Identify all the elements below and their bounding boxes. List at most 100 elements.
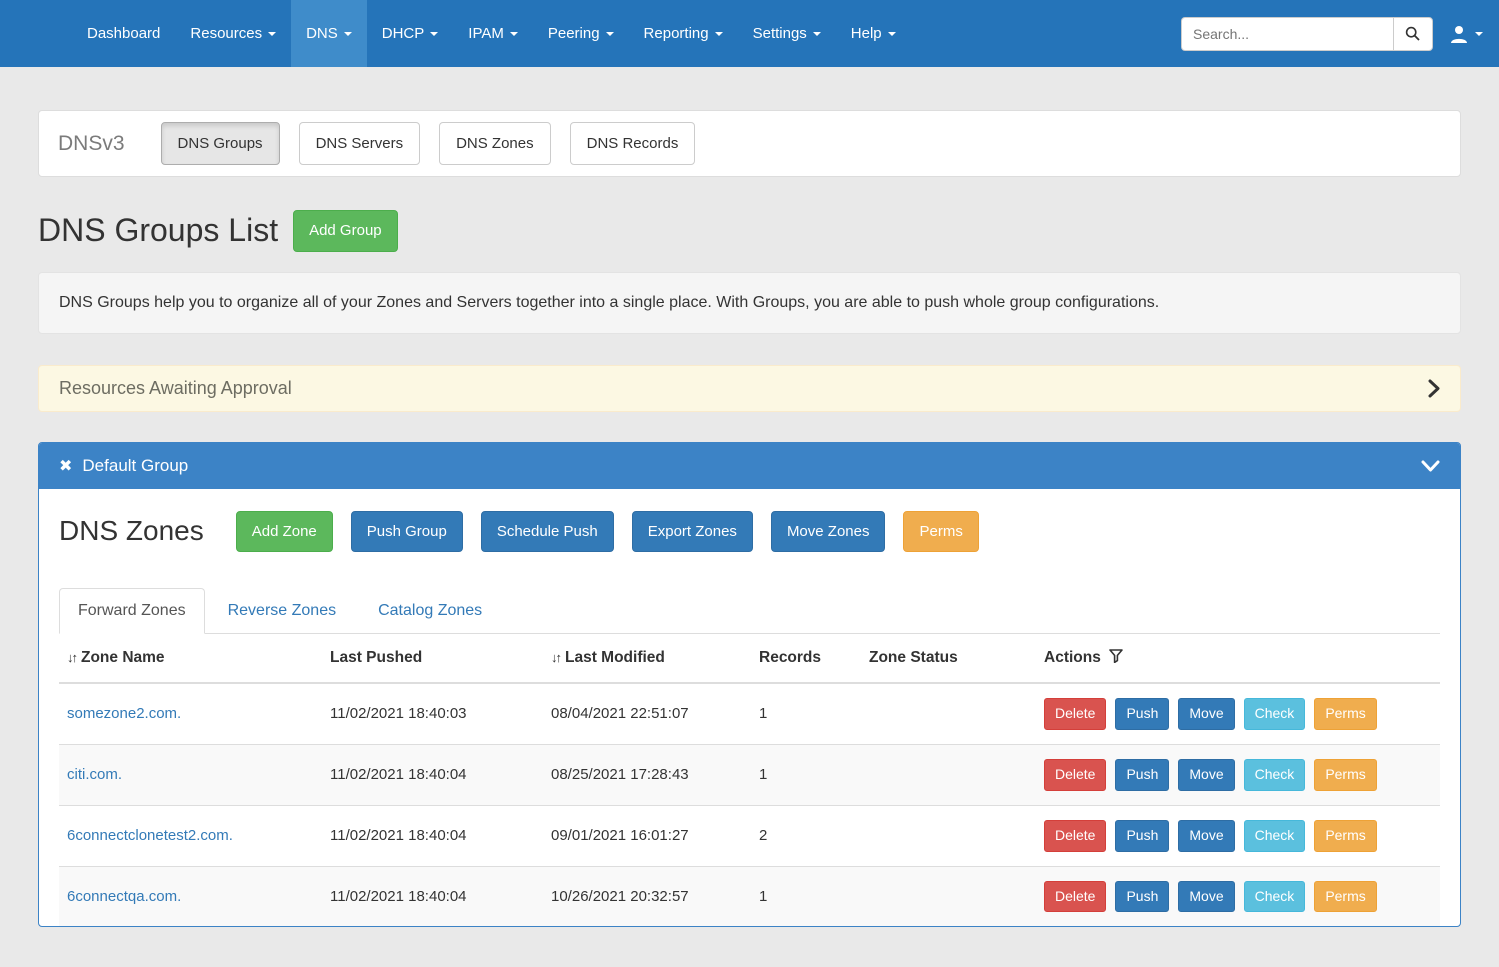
last-modified-cell: 08/25/2021 17:28:43	[543, 744, 751, 805]
perms-button[interactable]: Perms	[1314, 881, 1376, 913]
nav-items: Dashboard Resources DNS DHCP IPAM Peerin…	[0, 0, 911, 67]
push-group-button[interactable]: Push Group	[351, 511, 463, 552]
column-label: Records	[759, 649, 821, 666]
subnav-button-dns-zones[interactable]: DNS Zones	[439, 122, 551, 165]
perms-button[interactable]: Perms	[1314, 820, 1376, 852]
table-row: 6connectclonetest2.com. 11/02/2021 18:40…	[59, 805, 1440, 866]
push-button[interactable]: Push	[1115, 759, 1169, 791]
zones-table: ↓↑Zone Name Last Pushed ↓↑Last Modified …	[59, 634, 1440, 927]
group-title: Default Group	[82, 456, 188, 476]
check-button[interactable]: Check	[1244, 881, 1306, 913]
nav-item-settings[interactable]: Settings	[738, 0, 836, 67]
move-button[interactable]: Move	[1178, 820, 1234, 852]
nav-item-dhcp[interactable]: DHCP	[367, 0, 454, 67]
caret-down-icon	[813, 32, 821, 36]
tab-reverse-zones[interactable]: Reverse Zones	[209, 588, 356, 634]
zone-name-link[interactable]: 6connectclonetest2.com.	[67, 827, 233, 844]
subnav-button-dns-records[interactable]: DNS Records	[570, 122, 696, 165]
column-label: Zone Status	[869, 649, 958, 666]
description-well: DNS Groups help you to organize all of y…	[38, 272, 1461, 334]
search-icon	[1405, 26, 1421, 42]
zone-name-link[interactable]: somezone2.com.	[67, 705, 181, 722]
column-label: Last Pushed	[330, 649, 422, 666]
column-header-zone-status[interactable]: Zone Status	[861, 634, 1036, 683]
subnav-button-dns-servers[interactable]: DNS Servers	[299, 122, 421, 165]
subnav-button-dns-groups[interactable]: DNS Groups	[161, 122, 280, 165]
nav-label: Help	[851, 25, 882, 42]
last-pushed-cell: 11/02/2021 18:40:04	[322, 866, 543, 926]
default-group-header[interactable]: ✖ Default Group	[39, 443, 1460, 489]
column-label: Actions	[1044, 649, 1101, 666]
nav-item-reporting[interactable]: Reporting	[629, 0, 738, 67]
user-menu[interactable]	[1449, 24, 1483, 44]
nav-item-resources[interactable]: Resources	[175, 0, 291, 67]
chevron-down-icon[interactable]	[1421, 460, 1440, 472]
check-button[interactable]: Check	[1244, 759, 1306, 791]
last-modified-cell: 08/04/2021 22:51:07	[543, 683, 751, 744]
perms-button[interactable]: Perms	[903, 511, 978, 552]
delete-button[interactable]: Delete	[1044, 759, 1106, 791]
last-modified-cell: 10/26/2021 20:32:57	[543, 866, 751, 926]
nav-item-peering[interactable]: Peering	[533, 0, 629, 67]
push-button[interactable]: Push	[1115, 881, 1169, 913]
description-text: DNS Groups help you to organize all of y…	[59, 294, 1159, 311]
default-group-body: DNS Zones Add Zone Push Group Schedule P…	[39, 489, 1460, 927]
caret-down-icon	[430, 32, 438, 36]
last-pushed-cell: 11/02/2021 18:40:03	[322, 683, 543, 744]
filter-icon[interactable]	[1109, 649, 1123, 663]
nav-label: Settings	[753, 25, 807, 42]
zone-tabs: Forward Zones Reverse Zones Catalog Zone…	[59, 588, 1440, 634]
check-button[interactable]: Check	[1244, 698, 1306, 730]
move-button[interactable]: Move	[1178, 881, 1234, 913]
nav-item-dns[interactable]: DNS	[291, 0, 367, 67]
move-button[interactable]: Move	[1178, 698, 1234, 730]
column-label: Last Modified	[565, 649, 665, 666]
zone-name-link[interactable]: citi.com.	[67, 766, 122, 783]
caret-down-icon	[1475, 32, 1483, 36]
sort-icon[interactable]: ↓↑	[67, 650, 76, 665]
close-icon[interactable]: ✖	[59, 456, 72, 476]
schedule-push-button[interactable]: Schedule Push	[481, 511, 614, 552]
tab-forward-zones[interactable]: Forward Zones	[59, 588, 205, 634]
caret-down-icon	[268, 32, 276, 36]
zones-section-title: DNS Zones	[59, 515, 204, 547]
push-button[interactable]: Push	[1115, 820, 1169, 852]
nav-label: DHCP	[382, 25, 425, 42]
column-header-last-modified[interactable]: ↓↑ Last Modified	[543, 634, 751, 683]
add-zone-button[interactable]: Add Zone	[236, 511, 333, 552]
dnsv3-subnav-panel: DNSv3 DNS Groups DNS Servers DNS Zones D…	[38, 110, 1461, 177]
column-header-actions[interactable]: Actions	[1036, 634, 1440, 683]
column-header-zone-name[interactable]: ↓↑ Zone Name	[59, 634, 322, 683]
check-button[interactable]: Check	[1244, 820, 1306, 852]
column-header-last-pushed[interactable]: Last Pushed	[322, 634, 543, 683]
move-button[interactable]: Move	[1178, 759, 1234, 791]
table-row: citi.com. 11/02/2021 18:40:04 08/25/2021…	[59, 744, 1440, 805]
perms-button[interactable]: Perms	[1314, 698, 1376, 730]
add-group-button[interactable]: Add Group	[293, 210, 398, 251]
column-label: Zone Name	[81, 649, 165, 666]
zone-status-cell	[861, 744, 1036, 805]
search-group	[1181, 17, 1433, 51]
records-cell: 1	[751, 866, 861, 926]
push-button[interactable]: Push	[1115, 698, 1169, 730]
nav-item-help[interactable]: Help	[836, 0, 911, 67]
search-input[interactable]	[1181, 17, 1393, 51]
nav-label: IPAM	[468, 25, 504, 42]
column-header-records[interactable]: Records	[751, 634, 861, 683]
delete-button[interactable]: Delete	[1044, 820, 1106, 852]
nav-item-dashboard[interactable]: Dashboard	[72, 0, 175, 67]
export-zones-button[interactable]: Export Zones	[632, 511, 753, 552]
delete-button[interactable]: Delete	[1044, 881, 1106, 913]
approval-panel[interactable]: Resources Awaiting Approval	[38, 365, 1461, 412]
sort-icon[interactable]: ↓↑	[551, 650, 560, 665]
tab-catalog-zones[interactable]: Catalog Zones	[359, 588, 501, 634]
perms-button[interactable]: Perms	[1314, 759, 1376, 791]
move-zones-button[interactable]: Move Zones	[771, 511, 886, 552]
last-pushed-cell: 11/02/2021 18:40:04	[322, 744, 543, 805]
search-button[interactable]	[1393, 17, 1433, 51]
nav-item-ipam[interactable]: IPAM	[453, 0, 533, 67]
caret-down-icon	[344, 32, 352, 36]
delete-button[interactable]: Delete	[1044, 698, 1106, 730]
chevron-right-icon[interactable]	[1428, 379, 1440, 398]
zone-name-link[interactable]: 6connectqa.com.	[67, 888, 181, 905]
